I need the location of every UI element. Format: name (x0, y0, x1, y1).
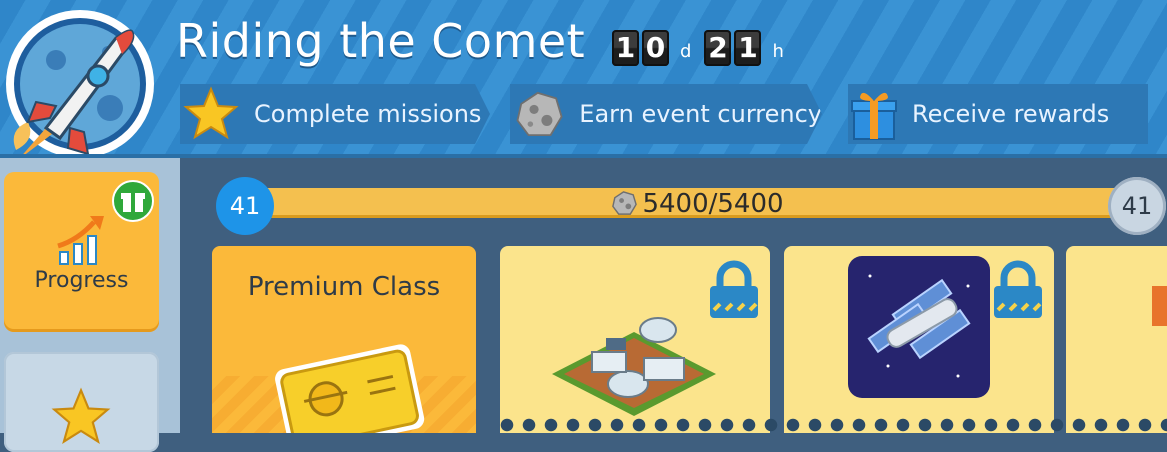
space-station-icon (848, 256, 990, 398)
event-header: Riding the Comet 1 0 d 2 1 h Complete mi… (0, 0, 1167, 160)
tab-star[interactable] (4, 352, 159, 452)
reward-card-partial[interactable] (1066, 246, 1167, 433)
card-divider-dots (500, 418, 1167, 432)
lock-icon (710, 260, 758, 318)
timer-digit: 0 (642, 30, 669, 66)
step-label: Earn event currency (579, 100, 822, 128)
rocket-logo-icon (6, 10, 154, 160)
step-earn-currency: Earn event currency (510, 84, 822, 144)
currency-progress-text: 5400/5400 (642, 189, 784, 219)
lunar-base-building-icon (552, 317, 716, 416)
progress-chart-icon (57, 216, 104, 265)
next-level-badge: 41 (1108, 177, 1166, 235)
premium-class-title: Premium Class (247, 272, 441, 302)
timer-digit: 1 (734, 30, 762, 66)
progress-bar-content: 5400/5400 (252, 188, 1142, 220)
reward-card-lunar-base[interactable] (500, 246, 770, 433)
star-icon (183, 86, 239, 140)
event-title: Riding the Comet (176, 14, 586, 68)
event-timer: 1 0 d 2 1 h (612, 30, 794, 66)
timer-digit: 2 (704, 30, 732, 66)
meteor-rock-icon (612, 191, 638, 215)
lock-icon (994, 260, 1042, 318)
premium-ticket-icon (275, 344, 425, 433)
timer-digit: 1 (612, 30, 639, 66)
progress-bar: 5400/5400 (222, 186, 1167, 224)
premium-class-card[interactable]: Premium Class (212, 246, 476, 433)
timer-days-unit: d (680, 41, 692, 62)
gift-badge-icon (112, 180, 154, 222)
tab-progress-label: Progress (34, 268, 129, 293)
step-complete-missions: Complete missions (180, 84, 490, 144)
star-icon (51, 387, 111, 444)
reward-item-partial (1152, 286, 1167, 326)
step-label: Receive rewards (912, 100, 1110, 128)
reward-card-space-station[interactable] (784, 246, 1054, 433)
step-receive-rewards: Receive rewards (848, 84, 1148, 144)
progress-bar-track: 5400/5400 (252, 188, 1142, 220)
tab-progress[interactable]: Progress (4, 172, 159, 332)
current-level-badge: 41 (216, 177, 274, 235)
meteor-rock-icon (516, 91, 563, 137)
gift-box-icon (851, 92, 897, 140)
step-label: Complete missions (254, 100, 482, 128)
timer-hours-unit: h (772, 41, 784, 62)
